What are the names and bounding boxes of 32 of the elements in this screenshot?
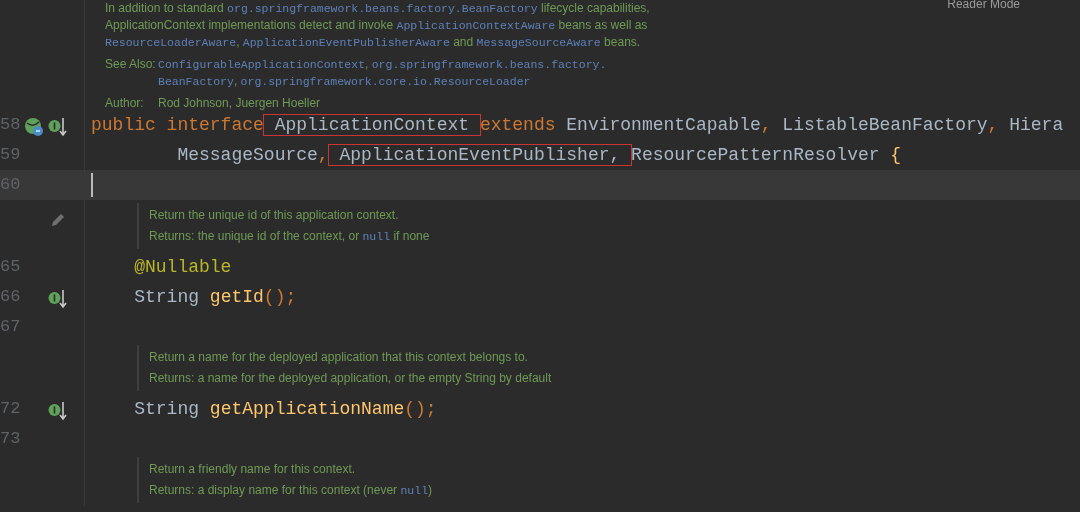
circle-down-arrow-icon[interactable]: [48, 400, 68, 421]
code-line: @Nullable: [133, 256, 233, 279]
reader-mode-link[interactable]: Reader Mode: [947, 0, 1020, 11]
doc-text: Return the unique id of this application context.: [149, 207, 400, 224]
line-number: 67: [0, 316, 22, 338]
circle-down-arrow-icon[interactable]: [48, 288, 68, 309]
circle-down-arrow-icon[interactable]: [48, 116, 68, 137]
pencil-icon[interactable]: [50, 211, 66, 228]
doc-text: Return a name for the deployed application that this context belongs to.: [149, 349, 529, 366]
doc-text: ApplicationContext implementations detect and invoke ApplicationContextAware beans as well as: [105, 17, 649, 34]
doc-text: Returns: the unique id of the context, or null if none: [149, 228, 431, 245]
code-line: public interface ApplicationContext extends EnvironmentCapable, ListableBeanFactory, Hiera: [90, 114, 1065, 137]
doc-label: See Also:: [105, 56, 157, 73]
code-line: String getApplicationName();: [133, 398, 438, 421]
doc-text: ResourceLoaderAware, ApplicationEventPublisherAware and MessageSourceAware beans.: [105, 34, 642, 51]
line-number: 59: [0, 144, 22, 166]
doc-text: ConfigurableApplicationContext, org.springframework.beans.factory.: [158, 56, 607, 73]
doc-text: Returns: a display name for this context (never null): [149, 482, 434, 499]
line-number: 73: [0, 428, 22, 450]
line-number: 66: [0, 286, 22, 308]
doc-label: Author:: [105, 95, 145, 112]
doc-text: Return a friendly name for this context.: [149, 461, 357, 478]
line-number: 72: [0, 398, 22, 420]
doc-text: Returns: a name for the deployed application, or the empty String by default: [149, 370, 553, 387]
doc-text: Rod Johnson, Juergen Hoeller: [158, 95, 321, 112]
globe-badge-icon[interactable]: [24, 116, 44, 137]
doc-text: In addition to standard org.springframework.beans.factory.BeanFactory lifecycle capabilities,: [105, 0, 650, 17]
line-number: 58: [0, 114, 22, 136]
line-number: 65: [0, 256, 22, 278]
code-line: MessageSource, ApplicationEventPublisher, ResourcePatternResolver {: [176, 144, 903, 167]
code-line: String getId();: [133, 286, 298, 309]
doc-text: BeanFactory, org.springframework.core.io.ResourceLoader: [158, 73, 532, 90]
